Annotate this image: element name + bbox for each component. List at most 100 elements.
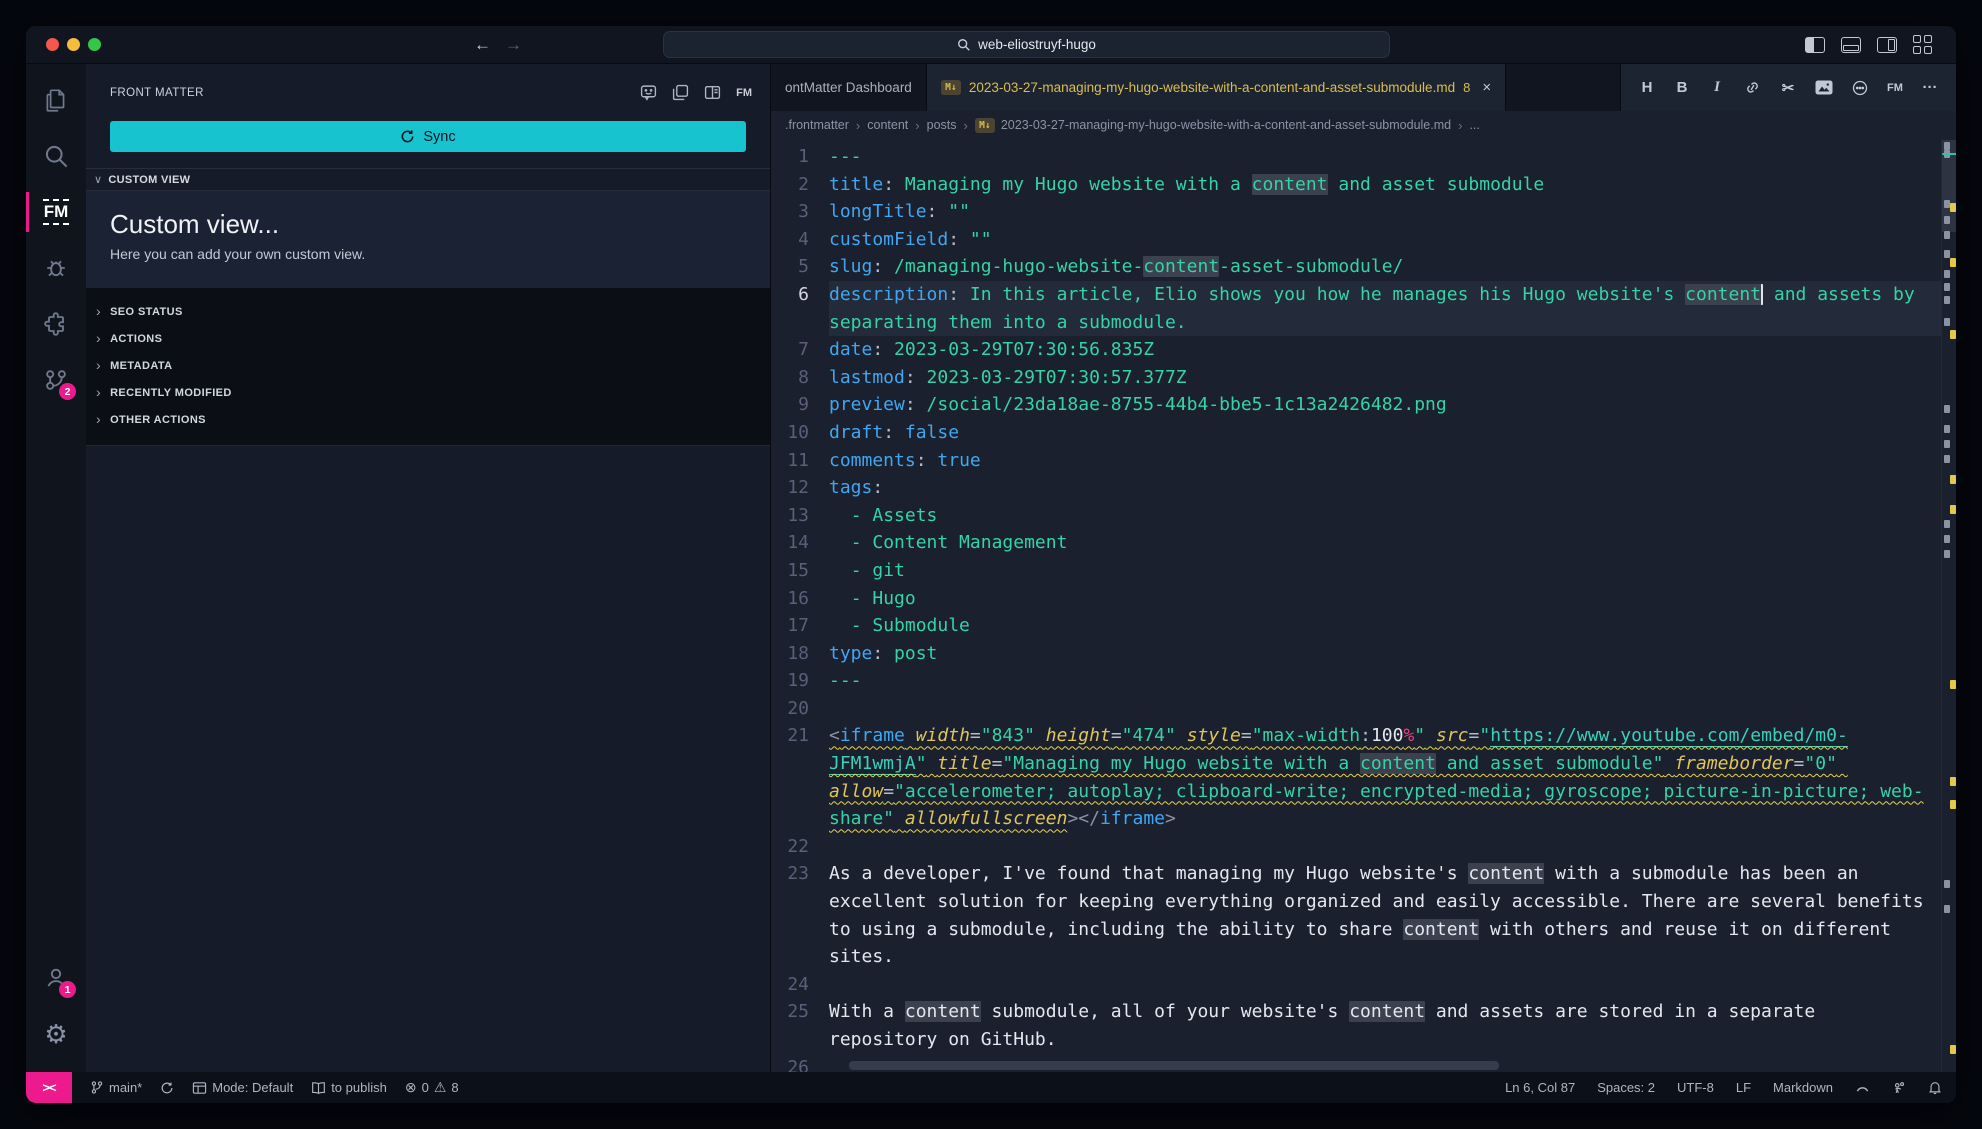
code-line-6[interactable]: 6description: In this article, Elio show… bbox=[771, 281, 1941, 336]
toggle-secondary-sidebar-icon[interactable] bbox=[1877, 37, 1897, 53]
sidebar-section-actions[interactable]: ›ACTIONS bbox=[86, 325, 770, 352]
code-line-2[interactable]: 2title: Managing my Hugo website with a … bbox=[771, 171, 1941, 199]
close-window-button[interactable] bbox=[46, 38, 59, 51]
code-line-22[interactable]: 22 bbox=[771, 833, 1941, 861]
frontmatter-mini-icon[interactable]: FM bbox=[736, 87, 752, 99]
tab-frontmatter-dashboard[interactable]: ontMatter Dashboard bbox=[771, 64, 927, 111]
sidebar-item-extensions[interactable] bbox=[26, 296, 86, 352]
remote-indicator[interactable]: >< bbox=[26, 1072, 72, 1103]
code-line-25[interactable]: 25With a content submodule, all of your … bbox=[771, 998, 1941, 1053]
breadcrumb-item[interactable]: posts bbox=[927, 118, 957, 132]
horizontal-scrollbar[interactable] bbox=[849, 1061, 1499, 1070]
language-mode-status[interactable]: Markdown bbox=[1773, 1080, 1833, 1095]
breadcrumb-item[interactable]: M↓2023-03-27-managing-my-hugo-website-wi… bbox=[975, 118, 1451, 133]
minimize-window-button[interactable] bbox=[67, 38, 80, 51]
code-editor[interactable]: 1---2title: Managing my Hugo website wit… bbox=[771, 139, 1956, 1072]
close-tab-icon[interactable]: × bbox=[1482, 79, 1491, 96]
frontmatter-mode-status[interactable]: Mode: Default bbox=[192, 1080, 293, 1095]
code-line-17[interactable]: 17 - Submodule bbox=[771, 612, 1941, 640]
book-icon bbox=[311, 1081, 326, 1095]
image-icon[interactable] bbox=[1815, 80, 1833, 95]
cursor-position-status[interactable]: Ln 6, Col 87 bbox=[1505, 1080, 1575, 1095]
lint-arc-icon bbox=[1855, 1081, 1870, 1094]
indentation-status[interactable]: Spaces: 2 bbox=[1597, 1080, 1655, 1095]
back-arrow-icon[interactable]: ← bbox=[474, 35, 491, 55]
tab-markdown-file[interactable]: M↓ 2023-03-27-managing-my-hugo-website-w… bbox=[927, 64, 1506, 111]
toggle-panel-icon[interactable] bbox=[1841, 37, 1861, 53]
sidebar-empty-area bbox=[86, 445, 770, 1072]
editor-toolbar: H B I ✂ FM ··· bbox=[1620, 64, 1956, 111]
frontmatter-icon[interactable]: FM bbox=[1887, 82, 1903, 94]
bold-icon[interactable]: B bbox=[1674, 79, 1690, 96]
zoom-window-button[interactable] bbox=[88, 38, 101, 51]
line-col: Ln 6, Col 87 bbox=[1505, 1080, 1575, 1095]
breadcrumb-item[interactable]: ... bbox=[1469, 118, 1479, 132]
code-line-15[interactable]: 15 - git bbox=[771, 557, 1941, 585]
emoji-icon[interactable] bbox=[1852, 80, 1868, 96]
open-dashboard-icon[interactable] bbox=[672, 84, 689, 101]
sync-changes-button[interactable] bbox=[160, 1081, 174, 1095]
layout-controls bbox=[1805, 35, 1932, 54]
problems-status[interactable]: ⊗ 0 ⚠ 8 bbox=[405, 1079, 459, 1096]
scissors-icon[interactable]: ✂ bbox=[1780, 79, 1796, 97]
breadcrumb-separator: › bbox=[915, 118, 919, 133]
sidebar-item-source-control-graph[interactable]: 2 bbox=[26, 352, 86, 408]
toggle-sidebar-icon[interactable] bbox=[1805, 37, 1825, 53]
accessibility-status[interactable] bbox=[1892, 1081, 1906, 1095]
code-line-7[interactable]: 7date: 2023-03-29T07:30:56.835Z bbox=[771, 336, 1941, 364]
sidebar-item-search[interactable] bbox=[26, 128, 86, 184]
breadcrumb-item[interactable]: .frontmatter bbox=[785, 118, 849, 132]
code-line-3[interactable]: 3longTitle: "" bbox=[771, 198, 1941, 226]
breadcrumb: .frontmatter›content›posts›M↓2023-03-27-… bbox=[771, 111, 1956, 139]
code-line-1[interactable]: 1--- bbox=[771, 143, 1941, 171]
encoding-status[interactable]: UTF-8 bbox=[1677, 1080, 1714, 1095]
sync-button[interactable]: Sync bbox=[110, 121, 746, 152]
code-line-24[interactable]: 24 bbox=[771, 971, 1941, 999]
sidebar-section-metadata[interactable]: ›METADATA bbox=[86, 352, 770, 379]
heading-icon[interactable]: H bbox=[1639, 79, 1655, 96]
overview-ruler[interactable] bbox=[1941, 139, 1956, 1072]
code-line-8[interactable]: 8lastmod: 2023-03-29T07:30:57.377Z bbox=[771, 364, 1941, 392]
code-line-9[interactable]: 9preview: /social/23da18ae-8755-44b4-bbe… bbox=[771, 391, 1941, 419]
feedback-icon[interactable] bbox=[640, 84, 657, 101]
code-line-18[interactable]: 18type: post bbox=[771, 640, 1941, 668]
ruler-match-mark bbox=[1944, 905, 1950, 913]
code-line-5[interactable]: 5slug: /managing-hugo-website-content-as… bbox=[771, 253, 1941, 281]
command-center-search[interactable]: web-eliostruyf-hugo bbox=[663, 31, 1390, 58]
more-actions-icon[interactable]: ··· bbox=[1922, 79, 1938, 96]
link-icon[interactable] bbox=[1744, 80, 1761, 95]
line-content: - Content Management bbox=[829, 529, 1941, 557]
code-line-23[interactable]: 23As a developer, I've found that managi… bbox=[771, 860, 1941, 970]
sync-icon bbox=[400, 129, 415, 144]
code-line-19[interactable]: 19--- bbox=[771, 667, 1941, 695]
code-line-10[interactable]: 10draft: false bbox=[771, 419, 1941, 447]
eol-status[interactable]: LF bbox=[1736, 1080, 1751, 1095]
sidebar-section-other-actions[interactable]: ›OTHER ACTIONS bbox=[86, 406, 770, 433]
to-publish-status[interactable]: to publish bbox=[311, 1080, 387, 1095]
code-line-16[interactable]: 16 - Hugo bbox=[771, 585, 1941, 613]
sidebar-item-debug[interactable] bbox=[26, 240, 86, 296]
git-branch-status[interactable]: main* bbox=[90, 1080, 142, 1095]
sidebar-section-recently-modified[interactable]: ›RECENTLY MODIFIED bbox=[86, 379, 770, 406]
customize-layout-icon[interactable] bbox=[1913, 35, 1932, 54]
sidebar-section-seo-status[interactable]: ›SEO STATUS bbox=[86, 298, 770, 325]
sidebar-item-frontmatter[interactable]: FM bbox=[26, 184, 86, 240]
source-control-badge: 2 bbox=[59, 383, 76, 400]
docs-icon[interactable] bbox=[704, 84, 721, 101]
code-line-11[interactable]: 11comments: true bbox=[771, 447, 1941, 475]
italic-icon[interactable]: I bbox=[1709, 79, 1725, 96]
notifications-button[interactable] bbox=[1928, 1080, 1942, 1095]
markdownlint-status[interactable] bbox=[1855, 1081, 1870, 1094]
sidebar-item-explorer[interactable] bbox=[26, 72, 86, 128]
code-line-14[interactable]: 14 - Content Management bbox=[771, 529, 1941, 557]
breadcrumb-item[interactable]: content bbox=[867, 118, 908, 132]
code-line-13[interactable]: 13 - Assets bbox=[771, 502, 1941, 530]
code-line-20[interactable]: 20 bbox=[771, 695, 1941, 723]
custom-view-section-header[interactable]: ∨ CUSTOM VIEW bbox=[86, 168, 770, 191]
code-line-21[interactable]: 21<iframe width="843" height="474" style… bbox=[771, 722, 1941, 832]
forward-arrow-icon[interactable]: → bbox=[505, 35, 522, 55]
code-line-12[interactable]: 12tags: bbox=[771, 474, 1941, 502]
code-line-4[interactable]: 4customField: "" bbox=[771, 226, 1941, 254]
settings-button[interactable]: ⚙ bbox=[26, 1006, 86, 1062]
accounts-button[interactable]: 1 bbox=[26, 950, 86, 1006]
